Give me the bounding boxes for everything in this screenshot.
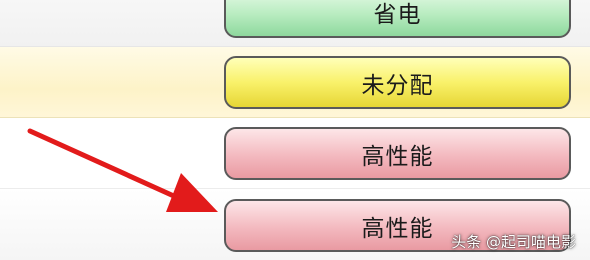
watermark-text: 头条 @起司喵电影	[451, 233, 576, 251]
red-arrow-icon	[27, 128, 218, 212]
